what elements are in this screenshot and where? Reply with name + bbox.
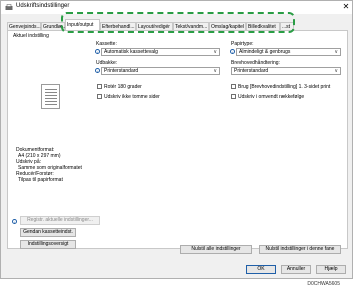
output-tray-value: Printerstandard: [104, 68, 139, 74]
tab-layout[interactable]: Layout/redigér: [136, 22, 173, 30]
summary-line: Tilpas til papirformat: [18, 177, 63, 183]
chevron-down-icon: ∨: [213, 68, 217, 74]
skip-blank-label: Udskriv ikke tomme sider: [104, 94, 160, 100]
letterhead-label: Brevhovedhåndtering:: [231, 60, 280, 66]
print-settings-window: Udskriftsindstillinger ✕ Genvejsinds... …: [0, 0, 353, 279]
figure-caption: D0CHWA5605: [307, 281, 340, 287]
letterhead-option-label: Brug [Brevhovedindstilling] 1. 3-sidet p…: [238, 84, 331, 90]
tab-finishing[interactable]: Efterbehandl...: [100, 22, 136, 30]
window-title: Udskriftsindstillinger: [16, 3, 70, 9]
tab-cover-chapter[interactable]: Omslag/kapitel: [209, 22, 246, 30]
close-icon[interactable]: ✕: [341, 2, 351, 12]
chevron-down-icon: ∨: [334, 68, 338, 74]
letterhead-value: Printerstandard: [234, 68, 269, 74]
current-settings-label: Aktuel indstilling: [13, 33, 49, 39]
paper-type-select[interactable]: Almindeligt & genbrugs ∨: [236, 48, 341, 56]
letterhead-checkbox[interactable]: [231, 84, 236, 89]
tab-text-watermark[interactable]: Tekst/vandm...: [173, 22, 209, 30]
tab-panel: Aktuel indstilling Dokumentformat: A4 (2…: [7, 30, 348, 254]
info-icon: i: [95, 49, 100, 55]
reverse-order-checkbox[interactable]: [231, 94, 236, 99]
paper-tray-select[interactable]: Automatisk kassettevalg ∨: [101, 48, 220, 56]
info-icon: i: [230, 49, 235, 55]
document-preview-icon: [41, 84, 60, 109]
preview-area: [12, 40, 95, 240]
ok-button[interactable]: OK: [246, 265, 276, 274]
paper-type-label: Papirtype:: [231, 41, 254, 47]
reset-tray-button[interactable]: Gendan kassetteindst.: [20, 228, 76, 237]
rotate-checkbox[interactable]: [97, 84, 102, 89]
tab-image-quality[interactable]: Billedkvalitet: [246, 22, 280, 30]
letterhead-select[interactable]: Printerstandard ∨: [231, 67, 341, 75]
paper-tray-value: Automatisk kassettevalg: [104, 49, 158, 55]
cancel-button[interactable]: Annuller: [281, 265, 311, 274]
reset-tab-button[interactable]: Nulstil indstillinger i denne fane: [259, 245, 341, 254]
register-settings-button[interactable]: Registr. aktuelle indstillinger...: [20, 216, 100, 225]
info-icon: i: [12, 219, 17, 225]
info-icon: i: [95, 68, 100, 74]
tab-shortcut[interactable]: Genvejsinds...: [7, 22, 41, 30]
rotate-label: Rotér 180 grader: [104, 84, 142, 90]
chevron-down-icon: ∨: [213, 49, 217, 55]
output-tray-select[interactable]: Printerstandard ∨: [101, 67, 220, 75]
tab-basic[interactable]: Grundlæ...: [41, 22, 67, 30]
printer-icon: [5, 4, 13, 10]
reverse-order-label: Udskriv i omvendt rækkefølge: [238, 94, 305, 100]
output-tray-label: Udbakke:: [96, 60, 118, 66]
skip-blank-checkbox[interactable]: [97, 94, 102, 99]
paper-type-value: Almindeligt & genbrugs: [239, 49, 291, 55]
reset-all-button[interactable]: Nulstil alle indstillinger: [180, 245, 252, 254]
title-bar: Udskriftsindstillinger ✕: [1, 1, 352, 14]
chevron-down-icon: ∨: [334, 49, 338, 55]
tab-bar: Genvejsinds... Grundlæ... Input/output E…: [7, 17, 349, 31]
help-button[interactable]: Hjælp: [316, 265, 346, 274]
settings-overview-button[interactable]: Indstillingsoversigt: [20, 240, 76, 249]
paper-tray-label: Kassette:: [96, 41, 117, 47]
tab-more[interactable]: ...st: [280, 22, 294, 30]
